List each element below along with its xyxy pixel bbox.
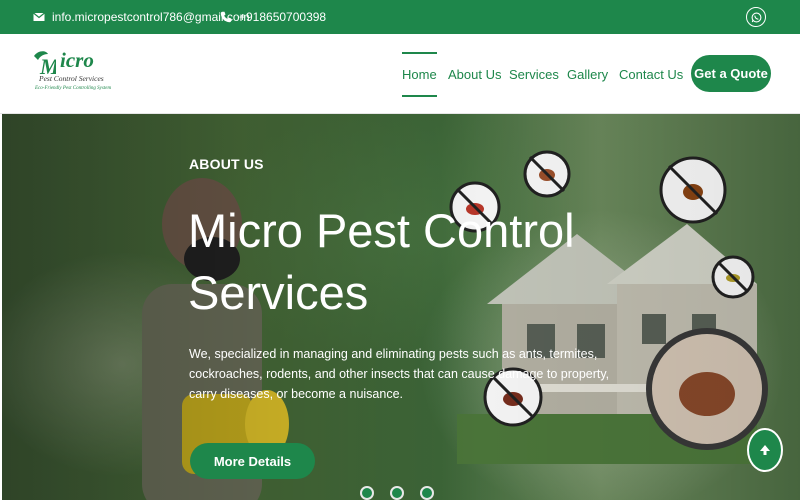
nav-services[interactable]: Services	[509, 67, 559, 82]
hero-eyebrow: ABOUT US	[189, 156, 264, 172]
svg-text:M: M	[39, 54, 56, 76]
hero-title: Micro Pest Control Services	[188, 204, 575, 319]
slider-dot[interactable]	[360, 486, 374, 500]
logo-brand: icro	[60, 48, 94, 72]
slider-dot[interactable]	[390, 486, 404, 500]
phone-text[interactable]: +918650700398	[239, 10, 326, 24]
leaf-logo-icon: M	[34, 51, 56, 76]
site-logo[interactable]: M icro Pest Control Services Eco-Friendl…	[32, 48, 112, 96]
nav-gallery[interactable]: Gallery	[567, 67, 608, 82]
slider-dot[interactable]	[420, 486, 434, 500]
phone-icon	[220, 11, 232, 23]
more-details-button[interactable]: More Details	[190, 443, 315, 479]
phone-contact[interactable]: +918650700398	[220, 0, 326, 34]
whatsapp-icon	[751, 12, 761, 22]
hero-slider: ABOUT US Micro Pest Control Services We,…	[2, 114, 800, 500]
get-a-quote-button[interactable]: Get a Quote	[691, 55, 771, 92]
hero-description: We, specialized in managing and eliminat…	[189, 347, 610, 401]
site-header: M icro Pest Control Services Eco-Friendl…	[0, 34, 800, 114]
envelope-icon	[33, 12, 45, 21]
logo-tagline: Eco-Friendly Pest Controlling System	[35, 86, 112, 91]
slider-dots	[360, 486, 434, 500]
nav-about-us[interactable]: About Us	[448, 67, 501, 82]
scroll-to-top-button[interactable]	[747, 428, 783, 472]
top-bar: info.micropestcontrol786@gmail.com +9186…	[0, 0, 800, 34]
nav-contact-us[interactable]: Contact Us	[619, 67, 683, 82]
whatsapp-button[interactable]	[746, 7, 766, 27]
nav-home[interactable]: Home	[402, 52, 437, 97]
email-contact[interactable]: info.micropestcontrol786@gmail.com	[33, 0, 250, 34]
logo-subtitle: Pest Control Services	[39, 74, 104, 83]
arrow-up-icon	[760, 445, 770, 455]
